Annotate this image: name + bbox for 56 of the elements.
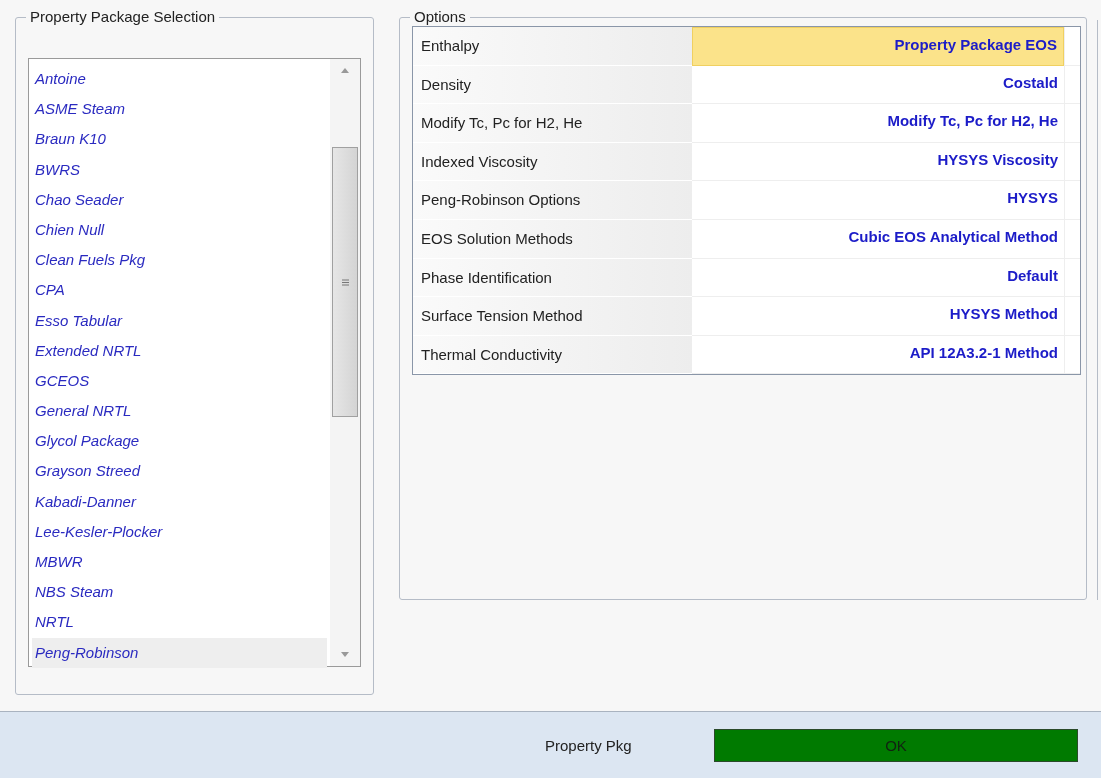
option-value-cell[interactable]: Modify Tc, Pc for H2, He	[692, 104, 1064, 143]
option-name-cell: Phase Identification	[413, 258, 692, 298]
list-item[interactable]: Extended NRTL	[32, 335, 327, 366]
option-value-cell[interactable]: HYSYS	[692, 181, 1064, 220]
option-name-cell: Peng-Robinson Options	[413, 181, 692, 220]
option-value-cell[interactable]: Default	[692, 258, 1064, 298]
list-item[interactable]: Lee-Kesler-Plocker	[32, 516, 327, 547]
option-name-cell: Thermal Conductivity	[413, 335, 692, 375]
status-indicator: OK	[714, 728, 1078, 762]
table-cell	[1064, 335, 1080, 375]
list-item[interactable]: General NRTL	[32, 396, 327, 427]
option-name-cell: Enthalpy	[413, 27, 692, 66]
list-item[interactable]: Chao Seader	[32, 184, 327, 215]
list-item[interactable]: CPA	[32, 275, 327, 306]
table-cell	[1064, 65, 1080, 105]
group-title: Options	[410, 8, 470, 26]
scrollbar[interactable]	[330, 59, 360, 666]
list-item[interactable]: Kabadi-Danner	[32, 486, 327, 517]
table-cell	[1064, 297, 1080, 336]
table-cell	[1064, 142, 1080, 182]
table-cell	[1064, 104, 1080, 143]
scroll-up-icon[interactable]	[341, 67, 349, 73]
option-value-cell[interactable]: Property Package EOS	[692, 27, 1064, 66]
list-item[interactable]: Esso Tabular	[32, 305, 327, 336]
table-cell	[1064, 27, 1080, 66]
list-item[interactable]: BWRS	[32, 154, 327, 185]
option-value-cell[interactable]: HYSYS Method	[692, 297, 1064, 336]
option-value-cell[interactable]: Cubic EOS Analytical Method	[692, 219, 1064, 259]
group-title: Property Package Selection	[26, 8, 220, 26]
table-cell	[1064, 219, 1080, 259]
option-name-cell: Surface Tension Method	[413, 297, 692, 336]
list-item[interactable]: ASME Steam	[32, 94, 327, 125]
status-label: Property Pkg	[545, 736, 633, 754]
list-item[interactable]: Clean Fuels Pkg	[32, 245, 327, 276]
list-item[interactable]: Chien Null	[32, 214, 327, 246]
scroll-down-icon[interactable]	[341, 652, 349, 658]
option-value-cell[interactable]: HYSYS Viscosity	[692, 142, 1064, 182]
list-item[interactable]: MBWR	[32, 547, 327, 578]
option-name-cell: Indexed Viscosity	[413, 142, 692, 182]
option-value-cell[interactable]: Costald	[692, 65, 1064, 105]
list-item[interactable]: Peng-Robinson	[32, 637, 327, 668]
option-value-cell[interactable]: API 12A3.2-1 Method	[692, 335, 1064, 375]
scroll-thumb[interactable]	[332, 147, 358, 417]
list-item[interactable]: NBS Steam	[32, 577, 327, 608]
list-item[interactable]: Glycol Package	[32, 426, 327, 457]
option-name-cell: Modify Tc, Pc for H2, He	[413, 104, 692, 143]
option-name-cell: Density	[413, 65, 692, 105]
list-item[interactable]: NRTL	[32, 607, 327, 638]
grip-icon	[341, 278, 349, 286]
list-item[interactable]: Grayson Streed	[32, 456, 327, 487]
table-cell	[1064, 181, 1080, 220]
table-cell	[1064, 258, 1080, 298]
list-item[interactable]: Braun K10	[32, 124, 327, 155]
list-item[interactable]: Antoine	[32, 64, 327, 95]
list-item[interactable]: GCEOS	[32, 365, 327, 397]
option-name-cell: EOS Solution Methods	[413, 219, 692, 259]
